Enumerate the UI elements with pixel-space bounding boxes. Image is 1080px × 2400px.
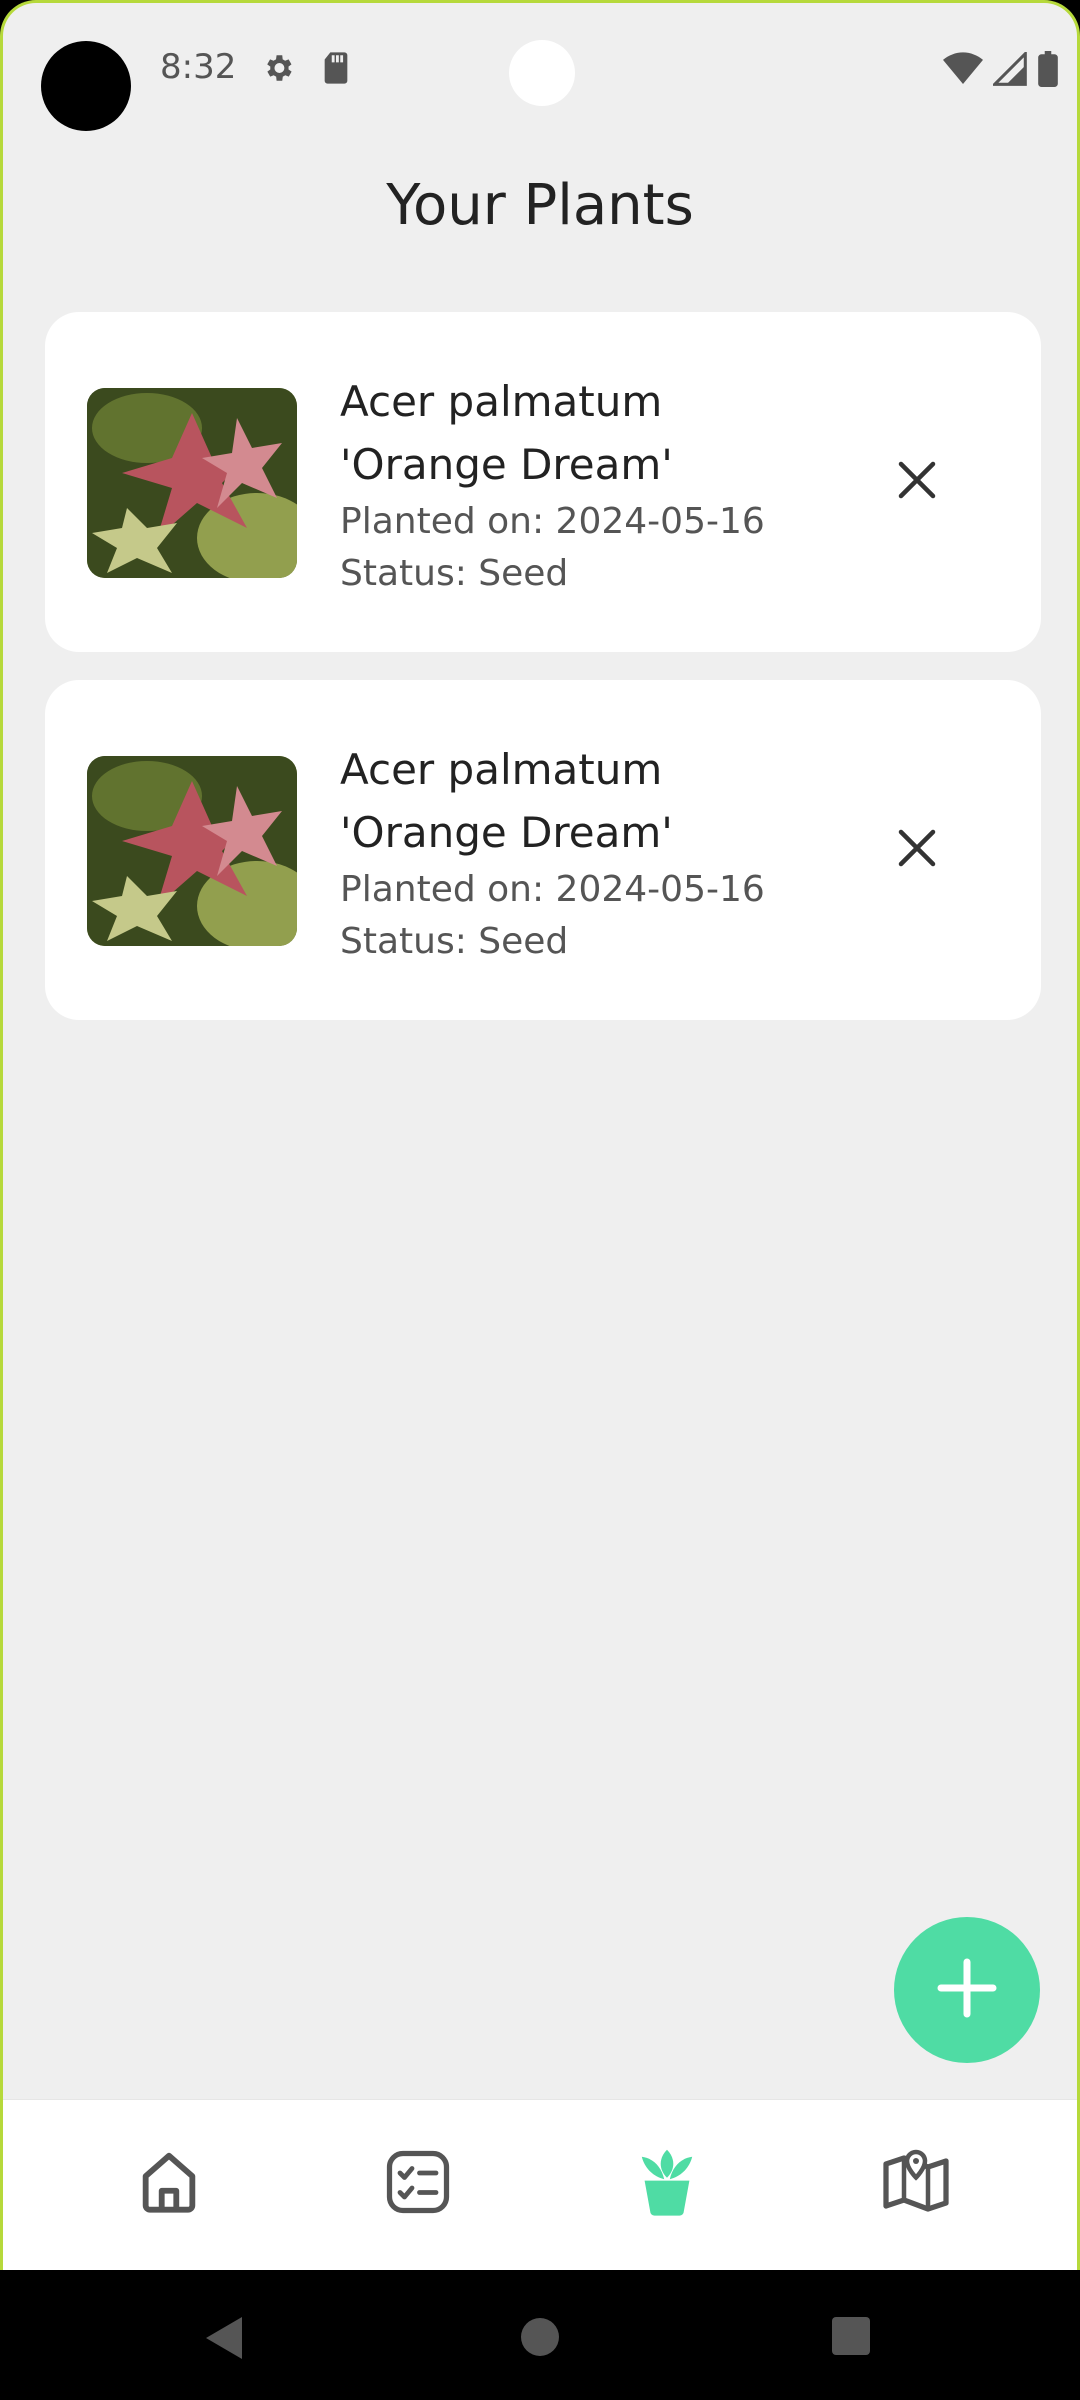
home-icon — [134, 2147, 204, 2221]
battery-icon — [1037, 51, 1059, 91]
nav-tasks[interactable] — [378, 2144, 458, 2224]
plant-status: Status: Seed — [340, 553, 569, 594]
close-icon — [897, 460, 937, 504]
nav-plants[interactable] — [627, 2144, 707, 2224]
plant-card[interactable]: Acer palmatum 'Orange Dream' Planted on:… — [45, 680, 1041, 1020]
add-plant-button[interactable] — [894, 1917, 1040, 2063]
back-button[interactable] — [202, 2313, 246, 2367]
system-indicators — [943, 50, 1059, 91]
plant-list: Acer palmatum 'Orange Dream' Planted on:… — [45, 312, 1041, 1048]
plant-photo — [87, 756, 297, 946]
bottom-navigation — [3, 2099, 1077, 2270]
home-button[interactable] — [519, 2316, 561, 2362]
front-camera — [509, 40, 575, 106]
settings-icon — [261, 51, 295, 89]
planted-date: Planted on: 2024-05-16 — [340, 869, 765, 910]
plant-name: Acer palmatum — [340, 377, 663, 426]
camera-cutout — [41, 41, 131, 131]
remove-plant-button[interactable] — [887, 820, 947, 880]
close-icon — [897, 828, 937, 872]
remove-plant-button[interactable] — [887, 452, 947, 512]
plant-status: Status: Seed — [340, 921, 569, 962]
plant-pot-icon — [636, 2147, 698, 2221]
app-screen: 8:32 Your Plants Acer palmatum 'Orange D… — [0, 0, 1080, 2270]
plus-icon — [937, 1958, 997, 2022]
signal-icon — [991, 50, 1027, 90]
system-navigation-bar — [0, 2270, 1080, 2400]
tasks-icon — [382, 2146, 454, 2222]
map-icon — [880, 2146, 952, 2222]
plant-card[interactable]: Acer palmatum 'Orange Dream' Planted on:… — [45, 312, 1041, 652]
planted-date: Planted on: 2024-05-16 — [340, 501, 765, 542]
plant-cultivar: 'Orange Dream' — [340, 440, 673, 489]
nav-home[interactable] — [129, 2144, 209, 2224]
wifi-icon — [943, 52, 983, 90]
plant-name: Acer palmatum — [340, 745, 663, 794]
status-time: 8:32 — [160, 47, 237, 87]
nav-map[interactable] — [876, 2144, 956, 2224]
page-title: Your Plants — [386, 173, 694, 238]
recents-button[interactable] — [830, 2315, 872, 2361]
status-bar: 8:32 — [3, 3, 1077, 143]
plant-info: Acer palmatum 'Orange Dream' Planted on:… — [340, 738, 840, 968]
plant-info: Acer palmatum 'Orange Dream' Planted on:… — [340, 370, 840, 600]
sd-card-icon — [321, 51, 351, 89]
plant-cultivar: 'Orange Dream' — [340, 808, 673, 857]
plant-photo — [87, 388, 297, 578]
